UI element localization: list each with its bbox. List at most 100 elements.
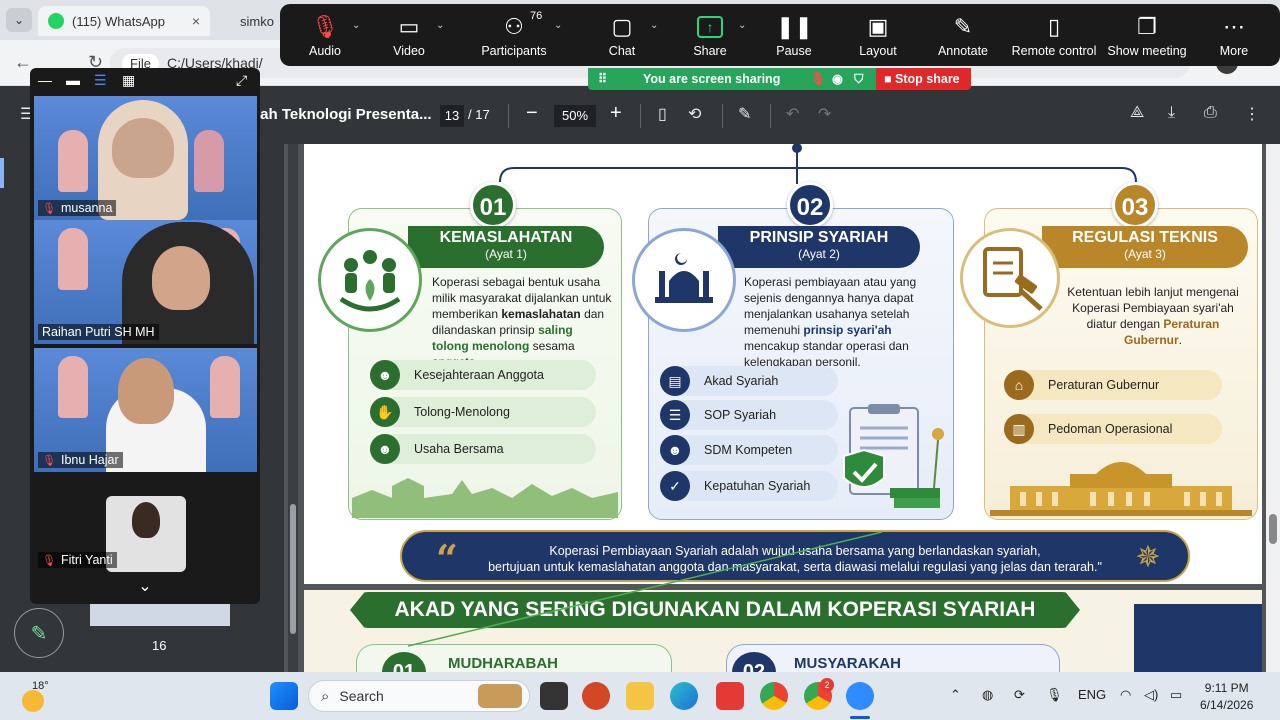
participant-name-tag: 🎙 musanna	[38, 200, 117, 216]
active-app-indicator	[850, 716, 870, 719]
item-label: Tolong-Menolong	[414, 405, 510, 419]
chevron-down-icon[interactable]: ⌄	[30, 574, 260, 600]
desc-text: mencakup standar operasi dan kelengkapan…	[744, 339, 909, 369]
chat-button[interactable]: ▢ Chat ⌄	[602, 10, 659, 58]
tab-whatsapp[interactable]: (115) WhatsApp ×	[38, 6, 210, 36]
compact-view-icon[interactable]: ▬	[66, 72, 80, 88]
task-view-icon[interactable]	[540, 682, 568, 710]
save-to-drive-icon[interactable]: ⟁	[1130, 104, 1144, 122]
windows-taskbar: 18° ⌕ Search 2 ⌃ ◍ ⟳ 🎙 ENG ◠ ◁) ▭ 9:11 P…	[0, 672, 1280, 720]
more-button[interactable]: ⋯ More	[1214, 10, 1254, 58]
layout-icon: ▣	[867, 14, 889, 39]
item-label: Peraturan Gubernur	[1048, 378, 1160, 392]
pencil-icon[interactable]: ✎	[14, 608, 64, 658]
gallery-view-icon[interactable]: ▦	[122, 72, 135, 89]
print-icon[interactable]: ⎙	[1204, 104, 1217, 122]
item-label: SOP Syariah	[704, 408, 777, 422]
clock-time: 9:11 PM	[1204, 681, 1249, 695]
sidebar-active-indicator	[0, 158, 4, 188]
windows-start-icon[interactable]	[270, 682, 298, 710]
item-label: Pedoman Operasional	[1048, 422, 1173, 436]
chrome-icon[interactable]	[760, 682, 788, 710]
card-subtitle: (Ayat 2)	[798, 247, 840, 261]
thumbnail-page-number: 16	[152, 638, 167, 653]
pause-icon: ❚❚	[776, 14, 813, 39]
tray-sync-icon[interactable]: ⟳	[1014, 687, 1025, 703]
participant-tile[interactable]: 🎙 Ibnu Hajar	[34, 348, 257, 472]
participants-button[interactable]: ⚇ Participants 76 ⌄	[478, 10, 562, 58]
card-description: Koperasi pembiayaan atau yang sejenis de…	[744, 274, 940, 370]
zoom-in-button[interactable]: +	[610, 102, 622, 125]
mosque-icon	[632, 228, 736, 332]
institution-icon: ⌂	[1004, 370, 1034, 400]
speaker-view-icon[interactable]: ☰	[94, 72, 107, 89]
document-scrollbar[interactable]	[1266, 144, 1280, 672]
fit-page-icon[interactable]: ▯	[658, 104, 667, 124]
tab-simko[interactable]: simko	[222, 6, 282, 36]
shield-icon[interactable]: ⛉	[854, 68, 863, 90]
zoom-out-button[interactable]: −	[526, 102, 538, 125]
participant-name-tag: Raihan Putri SH MH	[38, 324, 159, 340]
chevron-down-icon[interactable]: ⌄	[436, 20, 444, 31]
chevron-down-icon[interactable]: ⌄	[554, 20, 562, 31]
draw-icon[interactable]: ✎	[738, 104, 751, 124]
widget-image-icon[interactable]	[478, 684, 522, 708]
participant-tile-active-speaker[interactable]: Raihan Putri SH MH	[34, 220, 257, 344]
audio-button[interactable]: 🎙 Audio ⌄	[298, 10, 360, 58]
edge-icon[interactable]	[670, 682, 698, 710]
zoom-level-input[interactable]: 50%	[554, 105, 596, 127]
chevron-down-icon[interactable]: ⌄	[352, 20, 360, 31]
wps-office-icon[interactable]	[716, 682, 744, 710]
redo-icon[interactable]: ↷	[818, 104, 831, 124]
card-description: Koperasi sebagai bentuk usaha milik masy…	[432, 274, 612, 370]
participant-name-tag: 🎙 Fitri Yanti	[38, 552, 117, 568]
more-options-icon[interactable]: ⋮	[1244, 104, 1260, 124]
rotate-icon[interactable]: ⟲	[688, 104, 701, 124]
minimize-icon[interactable]: —	[38, 72, 52, 88]
layout-button[interactable]: ▣ Layout	[858, 10, 898, 58]
item-label: SDM Kompeten	[704, 443, 793, 457]
tray-chevron-up-icon[interactable]: ⌃	[950, 687, 961, 703]
share-button[interactable]: ↑ Share ⌄	[690, 10, 746, 58]
page-number-input[interactable]: 13	[440, 105, 464, 127]
mic-muted-icon[interactable]: 🎙	[810, 68, 826, 90]
stop-share-button[interactable]: ■ Stop share	[876, 68, 971, 90]
record-icon[interactable]: ◉	[832, 68, 843, 90]
download-icon[interactable]: ⤓	[1168, 104, 1175, 122]
remote-control-button[interactable]: ▯ Remote control	[1008, 10, 1100, 58]
pause-button[interactable]: ❚❚ Pause	[776, 10, 813, 58]
chevron-down-icon[interactable]: ⌄	[650, 20, 658, 31]
volume-icon[interactable]: ◁)	[1144, 687, 1158, 703]
mic-muted-icon: 🎙	[42, 202, 56, 215]
participants-label: Participants	[481, 44, 547, 58]
tab-search-chevron-icon[interactable]: ⌄	[6, 8, 32, 32]
chevron-down-icon[interactable]: ⌄	[738, 20, 746, 31]
mic-muted-icon: 🎙	[311, 14, 339, 39]
participant-name: musanna	[60, 201, 113, 215]
show-meeting-button[interactable]: ❐ Show meeting	[1104, 10, 1190, 58]
video-button[interactable]: ▭ Video ⌄	[382, 10, 444, 58]
participant-tile[interactable]: 🎙 musanna	[34, 96, 257, 220]
undo-icon[interactable]: ↶	[786, 104, 799, 124]
expand-icon[interactable]: ⤢	[236, 72, 247, 89]
government-building-illustration	[990, 462, 1252, 516]
village-skyline-illustration	[352, 478, 618, 518]
card-number-badge: 02	[787, 182, 833, 228]
tray-mic-icon[interactable]: 🎙	[1046, 687, 1063, 703]
close-tab-icon[interactable]: ×	[192, 13, 200, 29]
annotate-button[interactable]: ✎ Annotate	[934, 10, 992, 58]
tray-app-icon[interactable]: ◍	[982, 687, 993, 703]
powerpoint-icon[interactable]	[582, 682, 610, 710]
language-indicator[interactable]: ENG	[1078, 687, 1106, 702]
zoom-app-icon[interactable]	[846, 682, 874, 710]
sidebar-scrollbar[interactable]	[288, 144, 298, 672]
wifi-icon[interactable]: ◠	[1120, 687, 1131, 703]
battery-icon[interactable]: ▭	[1170, 687, 1182, 703]
participant-tile[interactable]: 🎙 Fitri Yanti	[34, 476, 257, 572]
file-explorer-icon[interactable]	[626, 682, 654, 710]
tab-label: (115) WhatsApp	[72, 13, 165, 29]
system-clock[interactable]: 9:11 PM 6/14/2026	[1200, 680, 1253, 714]
weather-sun-icon	[22, 690, 44, 712]
divider	[508, 104, 509, 128]
gavel-document-icon	[960, 228, 1060, 328]
